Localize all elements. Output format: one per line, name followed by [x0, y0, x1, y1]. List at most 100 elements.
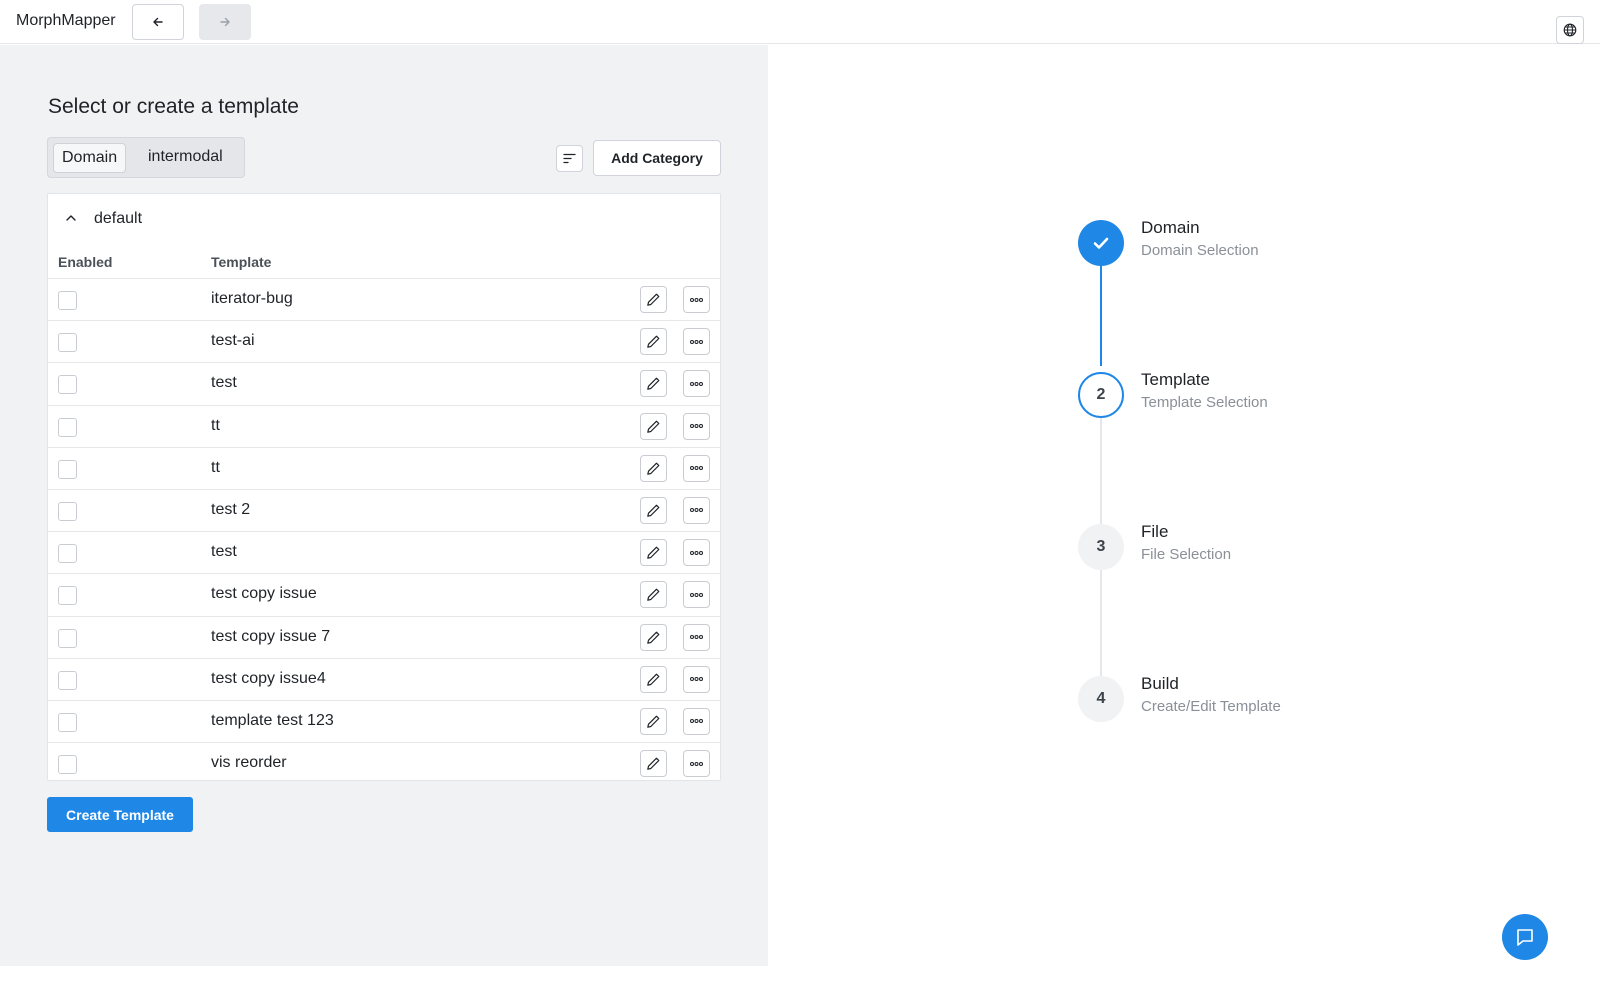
template-name: test copy issue4 [211, 669, 326, 687]
table-row: iterator-bug [48, 278, 720, 320]
table-row: template test 123 [48, 699, 720, 742]
domain-selector[interactable]: Domain intermodal [47, 137, 245, 178]
enabled-checkbox[interactable] [58, 755, 77, 775]
pencil-icon [647, 546, 660, 559]
enabled-checkbox[interactable] [58, 544, 77, 564]
domain-label: Domain [53, 143, 127, 173]
ellipsis-icon [690, 339, 703, 344]
more-options-button[interactable] [683, 412, 710, 440]
enabled-checkbox[interactable] [58, 459, 77, 479]
edit-button[interactable] [640, 412, 667, 440]
template-name: test [211, 374, 237, 392]
category-header[interactable]: default [48, 194, 720, 244]
enabled-checkbox[interactable] [58, 333, 77, 353]
step-4-subtitle: Create/Edit Template [1141, 698, 1281, 715]
step-1-circle [1078, 220, 1124, 266]
enabled-checkbox[interactable] [58, 417, 77, 437]
pencil-icon [647, 335, 660, 348]
edit-button[interactable] [640, 623, 667, 651]
edit-button[interactable] [640, 496, 667, 524]
ellipsis-icon [690, 508, 703, 513]
more-options-button[interactable] [683, 328, 710, 356]
more-options-button[interactable] [683, 707, 710, 735]
domain-value[interactable]: intermodal [148, 148, 223, 166]
more-options-button[interactable] [683, 539, 710, 567]
app-title: MorphMapper [16, 12, 116, 29]
ellipsis-icon [690, 592, 703, 597]
category-name: default [94, 210, 143, 227]
language-button[interactable] [1556, 16, 1584, 44]
ellipsis-icon [690, 677, 703, 682]
edit-button[interactable] [640, 286, 667, 313]
more-options-button[interactable] [683, 370, 710, 398]
template-name: test [211, 543, 237, 561]
edit-button[interactable] [640, 539, 667, 567]
edit-button[interactable] [640, 665, 667, 693]
pencil-icon [647, 715, 660, 728]
more-options-button[interactable] [683, 581, 710, 609]
ellipsis-icon [690, 297, 703, 302]
pencil-icon [647, 673, 660, 686]
template-name: test 2 [211, 500, 251, 518]
edit-button[interactable] [640, 454, 667, 482]
more-options-button[interactable] [683, 454, 710, 482]
globe-icon [1563, 23, 1577, 37]
pencil-icon [647, 757, 660, 770]
pencil-icon [647, 631, 660, 644]
enabled-checkbox[interactable] [58, 712, 77, 732]
more-options-button[interactable] [683, 665, 710, 693]
edit-button[interactable] [640, 750, 667, 778]
table-row: test [48, 531, 720, 573]
enabled-checkbox[interactable] [58, 670, 77, 690]
table-row: tt [48, 446, 720, 489]
edit-button[interactable] [640, 370, 667, 398]
pencil-icon [647, 462, 660, 475]
step-3-circle: 3 [1078, 524, 1124, 570]
template-name: iterator-bug [211, 290, 293, 307]
top-bar: MorphMapper [0, 0, 1600, 44]
enabled-checkbox[interactable] [58, 291, 77, 310]
template-table-body: iterator-bug test-ai test tt tt test 2 t… [48, 278, 720, 780]
table-row: test copy issue [48, 573, 720, 615]
table-row: test 2 [48, 488, 720, 531]
template-name: test copy issue 7 [211, 627, 331, 645]
pencil-icon [647, 504, 660, 517]
edit-button[interactable] [640, 581, 667, 609]
enabled-checkbox[interactable] [58, 586, 77, 606]
enabled-checkbox[interactable] [58, 375, 77, 395]
pencil-icon [647, 377, 660, 391]
forward-button[interactable] [199, 4, 251, 40]
enabled-checkbox[interactable] [58, 501, 77, 521]
step-1-subtitle: Domain Selection [1141, 242, 1259, 259]
edit-button[interactable] [640, 328, 667, 356]
edit-button[interactable] [640, 707, 667, 735]
ellipsis-icon [690, 381, 703, 386]
step-4-circle: 4 [1078, 676, 1124, 722]
chevron-up-icon[interactable] [63, 210, 79, 226]
template-name: vis reorder [211, 754, 287, 772]
progress-stepper: Domain Domain Selection 2 Template Templ… [768, 45, 1600, 966]
ellipsis-icon [690, 466, 703, 471]
ellipsis-icon [690, 719, 703, 724]
step-connector [1100, 570, 1102, 676]
sort-icon [563, 153, 576, 164]
step-1-title: Domain [1141, 218, 1200, 237]
create-template-button[interactable]: Create Template [47, 797, 193, 832]
more-options-button[interactable] [683, 623, 710, 651]
more-options-button[interactable] [683, 286, 710, 313]
step-3-title: File [1141, 522, 1169, 541]
template-panel: Select or create a template Domain inter… [0, 45, 768, 966]
arrow-left-icon [153, 17, 163, 27]
step-2-subtitle: Template Selection [1141, 394, 1268, 411]
back-button[interactable] [132, 4, 184, 40]
chat-button[interactable] [1502, 914, 1548, 960]
pencil-icon [647, 588, 660, 602]
more-options-button[interactable] [683, 496, 710, 524]
template-name: test-ai [211, 332, 255, 350]
table-row: test copy issue4 [48, 657, 720, 700]
add-category-button[interactable]: Add Category [593, 140, 721, 176]
sort-button[interactable] [556, 145, 583, 172]
page-title: Select or create a template [48, 95, 299, 118]
more-options-button[interactable] [683, 750, 710, 778]
enabled-checkbox[interactable] [58, 628, 77, 648]
